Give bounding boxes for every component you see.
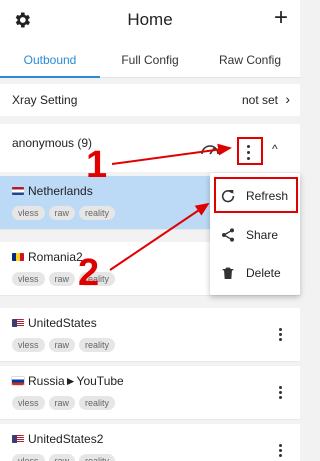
server-item-russia-youtube[interactable]: Russia►YouTube vless raw reality: [0, 366, 300, 420]
server-name-row: Romania2: [12, 250, 83, 264]
xray-setting-row[interactable]: Xray Setting not set ›: [0, 84, 300, 116]
romania-flag-icon: [12, 253, 24, 261]
page-title: Home: [127, 10, 173, 29]
server-item-unitedstates2[interactable]: UnitedStates2 vless raw reality: [0, 424, 300, 461]
server-name: Romania2: [28, 250, 83, 264]
more-vertical-icon[interactable]: [278, 384, 282, 400]
tab-raw-config[interactable]: Raw Config: [200, 53, 300, 67]
speed-test-icon[interactable]: [200, 142, 220, 156]
server-name: Netherlands: [28, 184, 93, 198]
more-vertical-icon[interactable]: [278, 442, 282, 458]
server-name-row: Netherlands: [12, 184, 93, 198]
tab-outbound[interactable]: Outbound: [0, 53, 100, 67]
xray-setting-value: not set: [241, 93, 278, 107]
server-name: UnitedStates2: [28, 432, 104, 446]
russia-flag-icon: [11, 376, 25, 386]
share-icon: [222, 228, 234, 242]
active-tab-indicator: [0, 76, 100, 78]
server-name: UnitedStates: [28, 316, 97, 330]
tab-bar: Outbound Full Config Raw Config: [0, 40, 300, 78]
tag: vless: [12, 454, 45, 461]
app-bar: Home +: [0, 0, 300, 40]
annotation-box-refresh: [214, 177, 298, 213]
annotation-box-more: [237, 137, 263, 165]
server-name-row: UnitedStates: [12, 316, 97, 330]
tag: raw: [48, 454, 76, 461]
menu-item-share[interactable]: Share: [210, 216, 300, 254]
collapse-icon[interactable]: ^: [272, 142, 278, 156]
menu-item-label: Delete: [246, 266, 281, 280]
server-tags: vless raw reality: [12, 338, 116, 352]
tag: raw: [48, 272, 76, 286]
tag: raw: [48, 338, 76, 352]
server-tags: vless raw reality: [12, 454, 116, 461]
tag: vless: [12, 396, 45, 410]
server-item-unitedstates[interactable]: UnitedStates vless raw reality: [0, 308, 300, 362]
tag: raw: [48, 206, 76, 220]
group-name: anonymous (9): [12, 136, 93, 150]
menu-item-delete[interactable]: Delete: [210, 254, 300, 292]
server-tags: vless raw reality: [12, 396, 116, 410]
tag: vless: [12, 206, 45, 220]
tab-full-config[interactable]: Full Config: [100, 53, 200, 67]
tag: reality: [79, 206, 116, 220]
netherlands-flag-icon: [12, 187, 24, 195]
chevron-right-icon: ›: [285, 91, 290, 107]
menu-item-label: Share: [246, 228, 279, 242]
annotation-number-1: 1: [86, 144, 108, 186]
server-name: Russia►YouTube: [28, 374, 124, 388]
server-name-row: Russia►YouTube: [11, 374, 124, 388]
tag: raw: [48, 396, 76, 410]
us-flag-icon: [12, 435, 24, 443]
tag: vless: [12, 272, 45, 286]
xray-setting-label: Xray Setting: [12, 93, 78, 107]
annotation-number-2: 2: [78, 252, 100, 294]
tag: vless: [12, 338, 45, 352]
us-flag-icon: [12, 319, 24, 327]
trash-icon: [222, 267, 234, 279]
tag: reality: [79, 454, 116, 461]
server-tags: vless raw reality: [12, 272, 116, 286]
tag: reality: [79, 396, 116, 410]
server-name-row: UnitedStates2: [12, 432, 103, 446]
tag: reality: [79, 338, 116, 352]
more-vertical-icon[interactable]: [278, 326, 282, 342]
server-tags: vless raw reality: [12, 206, 116, 220]
add-button[interactable]: +: [274, 6, 288, 30]
